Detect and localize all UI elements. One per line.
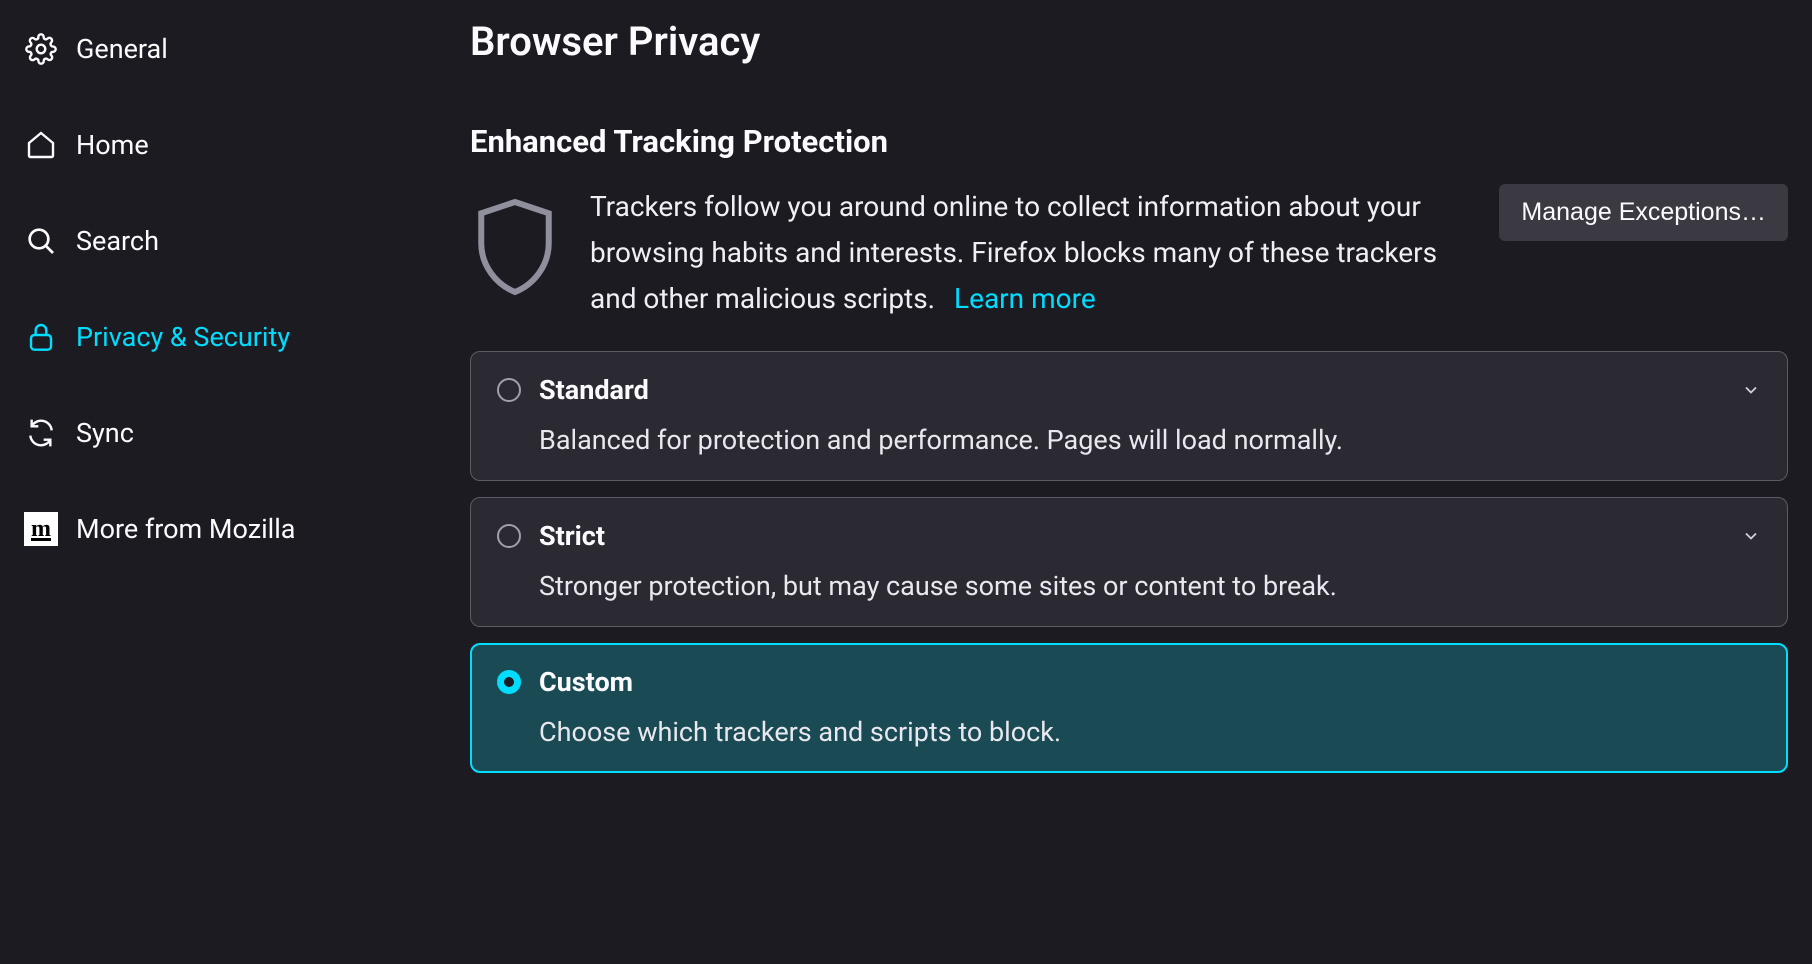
sidebar-item-privacy-security[interactable]: Privacy & Security	[20, 306, 390, 368]
radio-standard[interactable]	[497, 378, 521, 402]
sidebar-item-home[interactable]: Home	[20, 114, 390, 176]
lock-icon	[24, 320, 58, 354]
sidebar-item-label: Privacy & Security	[76, 321, 290, 353]
option-standard[interactable]: Standard Balanced for protection and per…	[470, 351, 1788, 481]
sidebar-item-label: Home	[76, 129, 149, 161]
option-title: Custom	[539, 666, 633, 698]
learn-more-link[interactable]: Learn more	[954, 282, 1096, 315]
chevron-down-icon[interactable]	[1741, 526, 1761, 550]
sidebar-item-label: Search	[76, 225, 159, 257]
sync-icon	[24, 416, 58, 450]
manage-exceptions-button[interactable]: Manage Exceptions…	[1499, 184, 1788, 241]
option-description: Balanced for protection and performance.…	[539, 424, 1761, 456]
sidebar-item-label: General	[76, 33, 168, 65]
page-title: Browser Privacy	[470, 18, 1788, 65]
shield-icon	[470, 184, 560, 306]
radio-custom[interactable]	[497, 670, 521, 694]
option-title: Standard	[539, 374, 649, 406]
sidebar-item-sync[interactable]: Sync	[20, 402, 390, 464]
sidebar-item-more-from-mozilla[interactable]: m More from Mozilla	[20, 498, 390, 560]
option-description: Choose which trackers and scripts to blo…	[539, 716, 1761, 748]
gear-icon	[24, 32, 58, 66]
sidebar-item-label: Sync	[76, 417, 134, 449]
sidebar-item-label: More from Mozilla	[76, 513, 295, 545]
option-description: Stronger protection, but may cause some …	[539, 570, 1761, 602]
mozilla-icon: m	[24, 512, 58, 546]
sidebar-item-search[interactable]: Search	[20, 210, 390, 272]
radio-strict[interactable]	[497, 524, 521, 548]
section-title: Enhanced Tracking Protection	[470, 123, 1788, 160]
option-custom[interactable]: Custom Choose which trackers and scripts…	[470, 643, 1788, 773]
section-header: Trackers follow you around online to col…	[470, 184, 1788, 323]
option-title: Strict	[539, 520, 605, 552]
home-icon	[24, 128, 58, 162]
tracking-protection-options: Standard Balanced for protection and per…	[470, 351, 1788, 773]
option-strict[interactable]: Strict Stronger protection, but may caus…	[470, 497, 1788, 627]
chevron-down-icon[interactable]	[1741, 380, 1761, 404]
section-description: Trackers follow you around online to col…	[590, 184, 1469, 323]
settings-sidebar: General Home Search Privacy & Security	[0, 0, 390, 964]
search-icon	[24, 224, 58, 258]
main-content: Browser Privacy Enhanced Tracking Protec…	[390, 0, 1812, 964]
sidebar-item-general[interactable]: General	[20, 18, 390, 80]
